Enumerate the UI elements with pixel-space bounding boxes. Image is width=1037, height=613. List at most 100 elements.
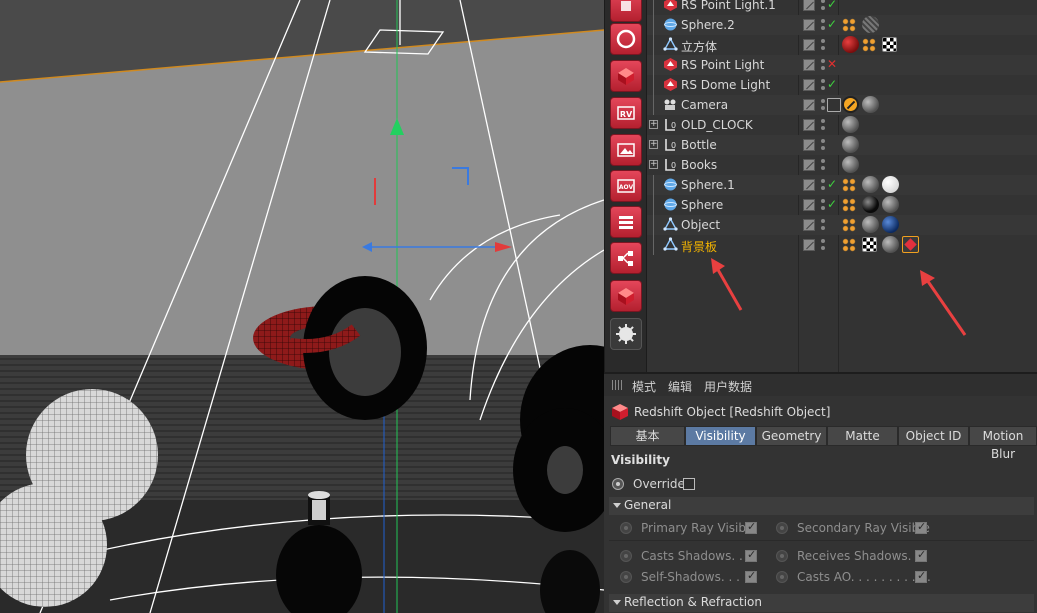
- object-name[interactable]: RS Point Light: [681, 58, 764, 72]
- rs-tool-1-button[interactable]: [610, 0, 642, 22]
- tab-geometry[interactable]: Geometry: [756, 426, 827, 446]
- visibility-dots-icon[interactable]: [821, 238, 826, 252]
- phong-tag-icon[interactable]: [862, 38, 876, 52]
- mat-tag-icon[interactable]: [862, 96, 879, 113]
- layer-toggle-icon[interactable]: [803, 99, 815, 111]
- noise-tag-icon[interactable]: [862, 16, 879, 33]
- layer-toggle-icon[interactable]: [803, 139, 815, 151]
- white-tag-icon[interactable]: [882, 176, 899, 193]
- rs-list-button[interactable]: [610, 206, 642, 238]
- primary-ray-radio[interactable]: [620, 522, 632, 534]
- check-tag-icon[interactable]: [862, 237, 877, 252]
- visibility-dots-icon[interactable]: [821, 38, 826, 52]
- rs-graph-button[interactable]: [610, 242, 642, 274]
- visibility-dots-icon[interactable]: [821, 58, 826, 72]
- layer-toggle-icon[interactable]: [803, 159, 815, 171]
- enabled-check-icon[interactable]: ✓: [827, 17, 837, 31]
- tab-visibility[interactable]: Visibility: [685, 426, 756, 446]
- mat-tag-icon[interactable]: [882, 196, 899, 213]
- expand-toggle-icon[interactable]: +: [649, 140, 658, 149]
- rs-object-tag-button[interactable]: [610, 280, 642, 312]
- rs-object-button[interactable]: [610, 60, 642, 92]
- receives-shadows-radio[interactable]: [776, 550, 788, 562]
- menu-user-data[interactable]: 用户数据: [704, 378, 752, 395]
- menu-mode[interactable]: 模式: [632, 378, 656, 395]
- object-name[interactable]: Sphere.2: [681, 18, 735, 32]
- red-tag-icon[interactable]: [842, 36, 859, 53]
- enabled-check-icon[interactable]: ✓: [827, 177, 837, 191]
- reflection-group-header[interactable]: Reflection & Refraction: [609, 594, 1034, 612]
- visibility-dots-icon[interactable]: [821, 178, 826, 192]
- object-name[interactable]: Object: [681, 218, 720, 232]
- layer-toggle-icon[interactable]: [803, 79, 815, 91]
- layer-toggle-icon[interactable]: [803, 179, 815, 191]
- rs-renderview-button[interactable]: RV: [610, 97, 642, 129]
- object-row[interactable]: Object: [647, 215, 1037, 235]
- phong-tag-icon[interactable]: [842, 238, 856, 252]
- rs-ring-button[interactable]: [610, 23, 642, 55]
- rs-settings-button[interactable]: [610, 318, 642, 350]
- object-name[interactable]: 立方体: [681, 38, 717, 55]
- object-row[interactable]: Sphere ✓: [647, 195, 1037, 215]
- object-name[interactable]: RS Point Light.1: [681, 0, 776, 12]
- secondary-ray-radio[interactable]: [776, 522, 788, 534]
- phong-tag-icon[interactable]: [842, 178, 856, 192]
- layer-toggle-icon[interactable]: [803, 59, 815, 71]
- menu-edit[interactable]: 编辑: [668, 378, 692, 395]
- layer-toggle-icon[interactable]: [803, 119, 815, 131]
- layer-toggle-icon[interactable]: [803, 19, 815, 31]
- object-name[interactable]: Sphere.1: [681, 178, 735, 192]
- object-name[interactable]: Bottle: [681, 138, 717, 152]
- general-group-header[interactable]: General: [609, 497, 1034, 515]
- protection-tag-icon[interactable]: [827, 98, 841, 112]
- object-row[interactable]: Sphere.1 ✓: [647, 175, 1037, 195]
- visibility-dots-icon[interactable]: [821, 98, 826, 112]
- object-name[interactable]: RS Dome Light: [681, 78, 770, 92]
- self-shadows-checkbox[interactable]: [745, 569, 757, 583]
- object-row[interactable]: +0 Books: [647, 155, 1037, 175]
- object-row[interactable]: Camera: [647, 95, 1037, 115]
- visibility-dots-icon[interactable]: [821, 158, 826, 172]
- enabled-check-icon[interactable]: ✓: [827, 77, 837, 91]
- black-tag-icon[interactable]: [862, 196, 879, 213]
- rs-texture-button[interactable]: [610, 134, 642, 166]
- rs-tag-icon[interactable]: [902, 236, 919, 253]
- enabled-check-icon[interactable]: ✓: [827, 197, 837, 211]
- expand-toggle-icon[interactable]: +: [649, 120, 658, 129]
- object-row[interactable]: +0 OLD_CLOCK: [647, 115, 1037, 135]
- visibility-dots-icon[interactable]: [821, 138, 826, 152]
- mat-tag-icon[interactable]: [842, 116, 859, 133]
- visibility-dots-icon[interactable]: [821, 78, 826, 92]
- check-tag-icon[interactable]: [882, 37, 897, 52]
- mat-tag-icon[interactable]: [862, 216, 879, 233]
- tab-basic[interactable]: 基本: [610, 426, 685, 446]
- mat-tag-icon[interactable]: [882, 236, 899, 253]
- object-row[interactable]: RS Point Light ✕: [647, 55, 1037, 75]
- 3d-viewport[interactable]: [0, 0, 604, 613]
- casts-ao-checkbox[interactable]: [915, 569, 927, 583]
- casts-ao-radio[interactable]: [776, 571, 788, 583]
- object-name[interactable]: OLD_CLOCK: [681, 118, 753, 132]
- object-row[interactable]: RS Dome Light ✓: [647, 75, 1037, 95]
- visibility-dots-icon[interactable]: [821, 118, 826, 132]
- object-name[interactable]: Books: [681, 158, 717, 172]
- tab-object-id[interactable]: Object ID: [898, 426, 969, 446]
- mat-tag-icon[interactable]: [842, 156, 859, 173]
- casts-shadows-checkbox[interactable]: [745, 548, 757, 562]
- disabled-cross-icon[interactable]: ✕: [827, 57, 837, 71]
- enabled-check-icon[interactable]: ✓: [827, 0, 837, 11]
- casts-shadows-radio[interactable]: [620, 550, 632, 562]
- object-name[interactable]: Camera: [681, 98, 728, 112]
- phong-tag-icon[interactable]: [842, 18, 856, 32]
- object-row[interactable]: 背景板: [647, 235, 1037, 255]
- override-animate-radio[interactable]: [612, 478, 624, 490]
- primary-ray-checkbox[interactable]: [745, 520, 757, 534]
- blue-tag-icon[interactable]: [882, 216, 899, 233]
- self-shadows-radio[interactable]: [620, 571, 632, 583]
- layer-toggle-icon[interactable]: [803, 0, 815, 11]
- object-row[interactable]: RS Point Light.1 ✓: [647, 0, 1037, 15]
- phong-tag-icon[interactable]: [842, 218, 856, 232]
- visibility-dots-icon[interactable]: [821, 0, 826, 12]
- target-tag-icon[interactable]: [842, 96, 859, 113]
- phong-tag-icon[interactable]: [842, 198, 856, 212]
